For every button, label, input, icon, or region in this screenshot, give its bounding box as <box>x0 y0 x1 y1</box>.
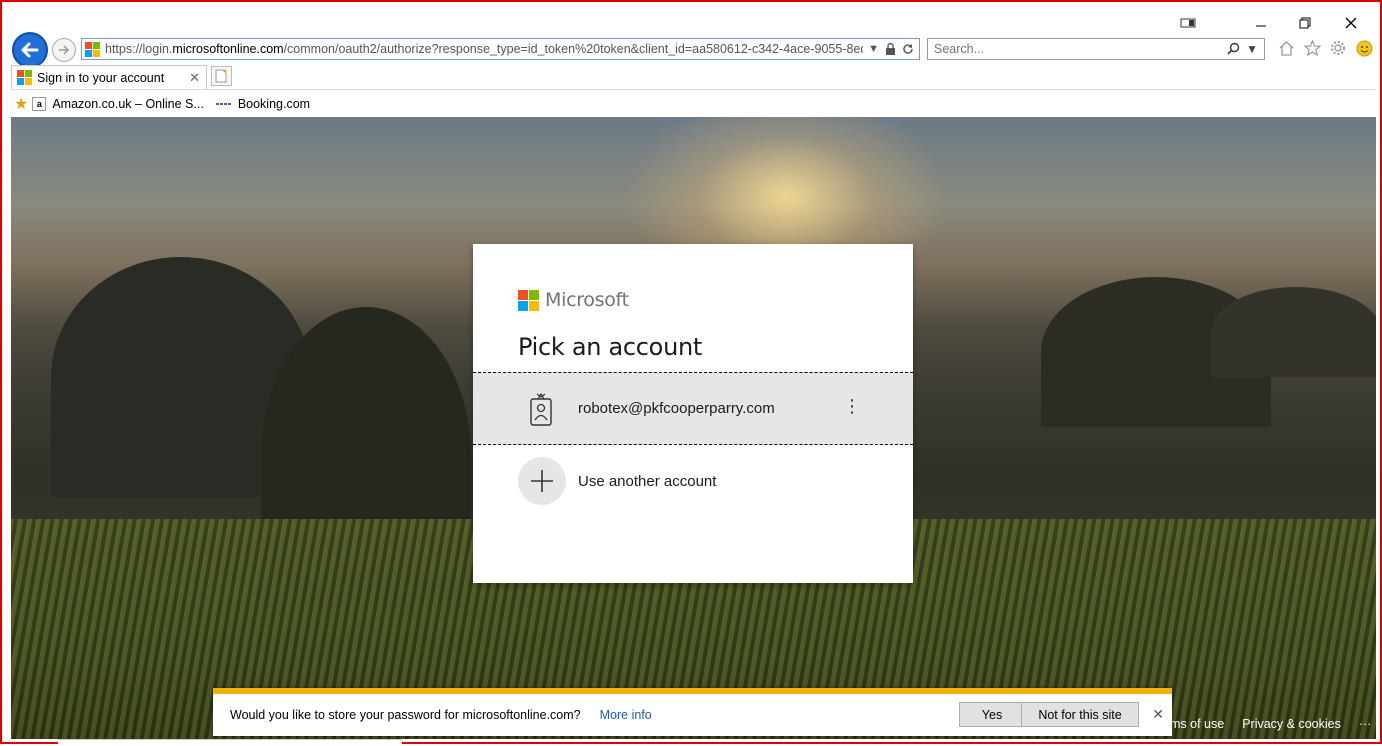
page-background: Microsoft Pick an account robotex@pkfcoo… <box>11 117 1376 739</box>
booking-favicon-icon <box>215 97 232 111</box>
tab-sign-in[interactable]: Sign in to your account ✕ <box>11 65 207 89</box>
microsoft-wordmark: Microsoft <box>545 289 629 311</box>
new-tab-button[interactable] <box>211 66 232 86</box>
favorite-amazon[interactable]: a Amazon.co.uk – Online S... <box>32 96 204 111</box>
account-email: robotex@pkfcooperparry.com <box>578 400 775 417</box>
back-button[interactable] <box>12 32 48 68</box>
microsoft-logo-icon <box>518 289 539 311</box>
footer-links: ms of use Privacy & cookies ··· <box>1170 717 1371 731</box>
favorites-bar: ★ a Amazon.co.uk – Online S... Booking.c… <box>11 89 1375 117</box>
favorite-label: Amazon.co.uk – Online S... <box>52 96 204 111</box>
work-account-badge-icon <box>530 392 552 426</box>
add-account-icon <box>518 457 566 505</box>
forward-button[interactable] <box>52 38 76 62</box>
lock-icon[interactable] <box>885 43 896 55</box>
refresh-icon[interactable] <box>902 43 914 55</box>
close-tab-icon[interactable]: ✕ <box>189 70 200 86</box>
search-input[interactable] <box>934 42 1228 56</box>
privacy-cookies-link[interactable]: Privacy & cookies <box>1242 717 1341 731</box>
use-another-account[interactable]: Use another account <box>518 457 716 505</box>
more-info-link[interactable]: More info <box>600 708 652 722</box>
url-domain: microsoftonline.com <box>172 42 284 56</box>
amazon-favicon-icon: a <box>32 96 47 111</box>
address-bar[interactable]: https://login.microsoftonline.com/common… <box>81 38 920 60</box>
favorite-label: Booking.com <box>237 96 311 111</box>
account-picker-card: Microsoft Pick an account robotex@pkfcoo… <box>473 244 913 583</box>
arrow-right-icon <box>59 45 70 55</box>
taskbar-strip <box>58 739 402 746</box>
dropdown-arrow-icon[interactable]: ▼ <box>868 43 879 55</box>
url-rest: /common/oauth2/authorize?response_type=i… <box>283 42 864 56</box>
search-dropdown-icon[interactable]: ▼ <box>1246 42 1258 56</box>
address-url[interactable]: https://login.microsoftonline.com/common… <box>105 42 863 56</box>
close-notification-icon[interactable]: ✕ <box>1152 706 1164 723</box>
yes-button[interactable]: Yes <box>959 702 1025 727</box>
favorites-star-icon[interactable] <box>1302 38 1322 58</box>
terms-of-use-link[interactable]: ms of use <box>1170 717 1224 731</box>
add-favorites-star-icon[interactable]: ★ <box>14 94 28 114</box>
more-options-icon[interactable]: ··· <box>1359 717 1372 731</box>
search-box[interactable]: ▼ <box>927 38 1265 60</box>
arrow-left-icon <box>21 42 39 58</box>
use-another-account-label: Use another account <box>578 472 717 490</box>
save-password-notification: Would you like to store your password fo… <box>213 688 1172 736</box>
microsoft-favicon-icon <box>85 41 100 57</box>
minimize-button[interactable] <box>1250 12 1272 34</box>
favorite-booking[interactable]: Booking.com <box>215 96 311 111</box>
restore-button[interactable] <box>1294 12 1316 34</box>
microsoft-logo: Microsoft <box>518 289 629 311</box>
compat-view-icon[interactable] <box>1178 12 1198 34</box>
tab-title: Sign in to your account <box>37 70 165 85</box>
search-icon[interactable] <box>1227 42 1240 55</box>
notification-message: Would you like to store your password fo… <box>230 708 581 722</box>
page-title: Pick an account <box>518 333 702 361</box>
new-tab-icon <box>215 69 227 83</box>
smiley-feedback-icon[interactable] <box>1354 38 1374 58</box>
account-options-icon[interactable]: ⋮ <box>843 397 861 415</box>
account-tile[interactable]: robotex@pkfcooperparry.com ⋮ <box>473 372 913 445</box>
settings-gear-icon[interactable] <box>1328 38 1348 58</box>
not-for-this-site-button[interactable]: Not for this site <box>1021 702 1139 727</box>
home-icon[interactable] <box>1276 38 1296 58</box>
close-window-button[interactable] <box>1340 12 1362 34</box>
microsoft-favicon-icon <box>17 70 32 85</box>
browser-window: https://login.microsoftonline.com/common… <box>0 0 1382 746</box>
url-prefix: https://login. <box>105 42 173 56</box>
mountain-shape <box>1211 287 1376 377</box>
